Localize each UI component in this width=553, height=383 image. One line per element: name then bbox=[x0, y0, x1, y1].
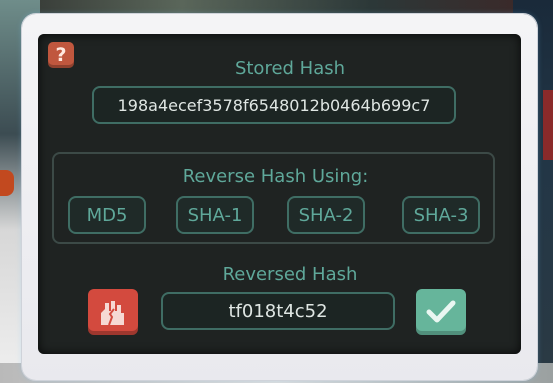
confirm-button[interactable] bbox=[416, 289, 466, 335]
sha2-button[interactable]: SHA-2 bbox=[287, 196, 365, 234]
sha1-button[interactable]: SHA-1 bbox=[176, 196, 254, 234]
checkmark-icon bbox=[426, 300, 456, 323]
reverse-hash-label: Reverse Hash Using: bbox=[182, 166, 369, 187]
reversed-hash-field[interactable]: tf018t4c52 bbox=[161, 292, 395, 330]
help-button[interactable]: ? bbox=[48, 42, 74, 68]
cancel-button[interactable] bbox=[88, 289, 138, 335]
broken-glove-icon bbox=[101, 301, 124, 326]
md5-button[interactable]: MD5 bbox=[68, 196, 146, 234]
stored-hash-label: Stored Hash bbox=[234, 58, 346, 79]
reversed-hash-label: Reversed Hash bbox=[222, 264, 358, 285]
stored-hash-field: 198a4ecef3578f6548012b0464b699c7 bbox=[92, 86, 456, 124]
sha3-button[interactable]: SHA-3 bbox=[402, 196, 480, 234]
background-red-object bbox=[0, 170, 14, 196]
background-red-strip bbox=[543, 90, 553, 160]
